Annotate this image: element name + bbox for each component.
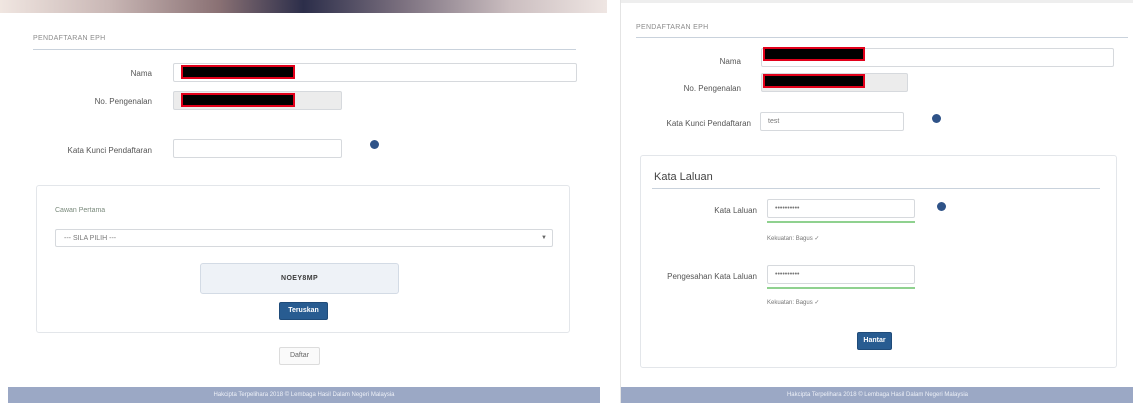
kata-kunci-input[interactable]	[173, 139, 342, 158]
help-icon[interactable]	[932, 114, 941, 123]
footer: Hakcipta Terpelihara 2018 © Lembaga Hasi…	[8, 387, 600, 403]
kata-kunci-label: Kata Kunci Pendaftaran	[666, 119, 751, 128]
password-strength-text: Kekuatan: Bagus ✓	[767, 236, 820, 242]
no-pengenalan-label: No. Pengenalan	[683, 84, 741, 93]
nama-label: Nama	[130, 69, 152, 78]
kata-laluan-heading: Kata Laluan	[654, 171, 713, 183]
section-title: PENDAFTARAN EPH	[33, 35, 106, 42]
right-registration-panel: PENDAFTARAN EPH Nama No. Pengenalan Kata…	[620, 0, 1133, 403]
redaction-block	[181, 65, 295, 79]
pengesahan-label: Pengesahan Kata Laluan	[667, 272, 757, 281]
help-icon[interactable]	[937, 202, 946, 211]
kata-kunci-label: Kata Kunci Pendaftaran	[67, 146, 152, 155]
pengesahan-input[interactable]: ••••••••••	[767, 265, 915, 284]
header-banner	[0, 0, 607, 13]
section-divider	[636, 37, 1128, 38]
cawangan-label: Cawan Pertama	[55, 207, 106, 214]
captcha-image: NOEY8MP	[200, 263, 399, 294]
daftar-button[interactable]: Daftar	[279, 347, 320, 365]
left-registration-panel: PENDAFTARAN EPH Nama No. Pengenalan Kata…	[0, 0, 607, 403]
help-icon[interactable]	[370, 140, 379, 149]
cawangan-select[interactable]: --- SILA PILIH ---	[55, 229, 553, 247]
password-strength-bar	[767, 221, 915, 223]
kata-laluan-divider	[652, 188, 1100, 189]
chevron-down-icon: ▼	[541, 235, 547, 241]
redaction-block	[763, 74, 865, 88]
section-title: PENDAFTARAN EPH	[636, 24, 709, 31]
kata-kunci-input[interactable]: test	[760, 112, 904, 131]
nama-label: Nama	[719, 57, 741, 66]
footer: Hakcipta Terpelihara 2018 © Lembaga Hasi…	[621, 387, 1133, 403]
hantar-button[interactable]: Hantar	[857, 332, 892, 350]
kata-laluan-label: Kata Laluan	[714, 206, 757, 215]
teruskan-button[interactable]: Teruskan	[279, 302, 328, 320]
header-strip	[621, 0, 1133, 3]
section-divider	[33, 49, 576, 50]
confirm-strength-text: Kekuatan: Bagus ✓	[767, 300, 820, 306]
no-pengenalan-label: No. Pengenalan	[94, 97, 152, 106]
redaction-block	[181, 93, 295, 107]
confirm-strength-bar	[767, 287, 915, 289]
kata-laluan-input[interactable]: ••••••••••	[767, 199, 915, 218]
redaction-block	[763, 47, 865, 61]
